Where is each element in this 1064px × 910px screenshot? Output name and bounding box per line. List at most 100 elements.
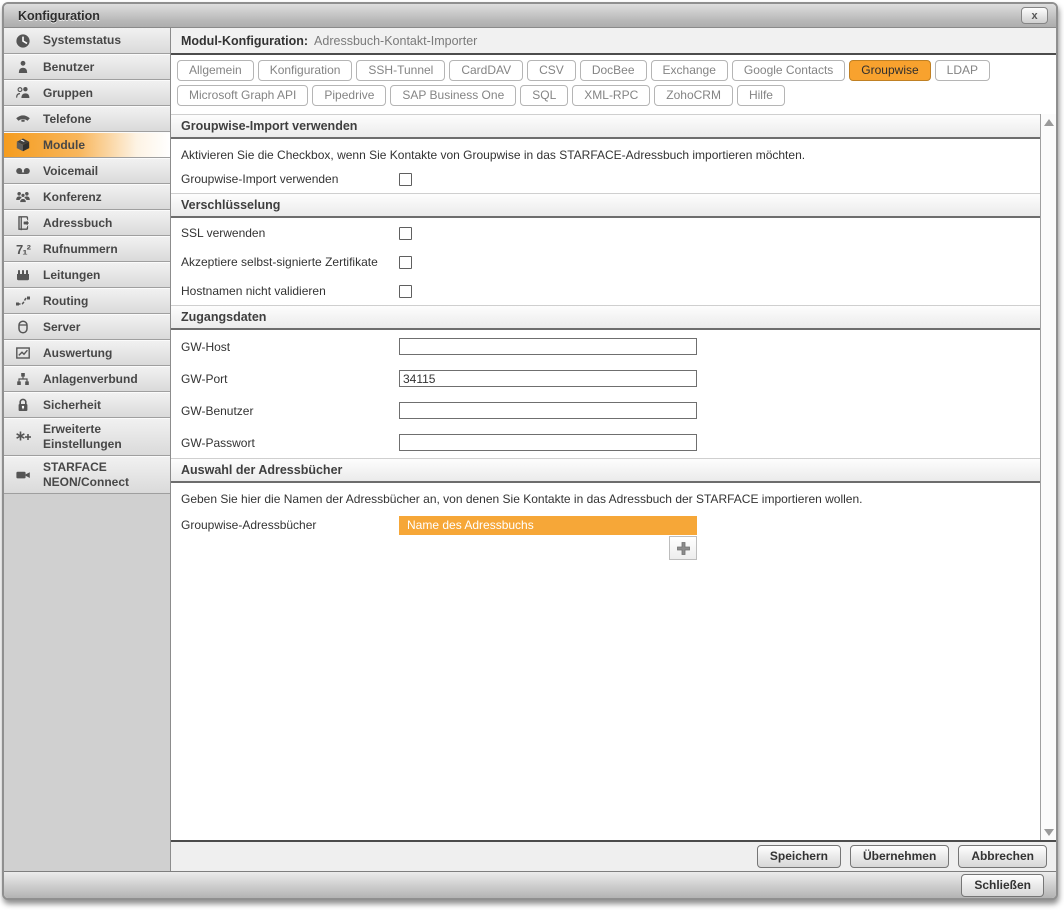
cancel-button[interactable]: Abbrechen <box>958 845 1047 868</box>
module-config-label: Modul-Konfiguration: <box>181 34 308 48</box>
sidebar-item-voicemail[interactable]: Voicemail <box>4 158 170 184</box>
sidebar-item-rufnummern[interactable]: 7₁² Rufnummern <box>4 236 170 262</box>
hostname-checkbox[interactable] <box>399 285 412 298</box>
network-tree-icon <box>11 371 35 387</box>
voicemail-icon <box>11 163 35 179</box>
sidebar-item-server[interactable]: Server <box>4 314 170 340</box>
tab-xml-rpc[interactable]: XML-RPC <box>572 85 650 106</box>
save-button[interactable]: Speichern <box>757 845 841 868</box>
sidebar-item-label: Erweiterte Einstellungen <box>43 422 166 452</box>
import-enable-checkbox[interactable] <box>399 173 412 186</box>
connector-icon <box>11 267 35 283</box>
gw-host-row: GW-Host <box>171 330 1040 362</box>
import-description: Aktivieren Sie die Checkbox, wenn Sie Ko… <box>171 139 1040 164</box>
self-signed-label: Akzeptiere selbst-signierte Zertifikate <box>181 255 399 269</box>
titlebar: Konfiguration x <box>4 4 1056 28</box>
phone-icon <box>11 111 35 127</box>
section-header-addressbooks: Auswahl der Adressbücher <box>171 458 1040 483</box>
module-config-header: Modul-Konfiguration: Adressbuch-Kontakt-… <box>171 28 1056 55</box>
sidebar-item-telefone[interactable]: Telefone <box>4 106 170 132</box>
sidebar-item-label: Telefone <box>43 112 91 127</box>
sidebar-item-label: Sicherheit <box>43 398 101 413</box>
tab-sql[interactable]: SQL <box>520 85 568 106</box>
gw-user-row: GW-Benutzer <box>171 394 1040 426</box>
gw-password-label: GW-Passwort <box>181 436 399 450</box>
window-body: Systemstatus Benutzer Gruppen Telefone <box>4 28 1056 871</box>
sidebar-item-label: Anlagen­verbund <box>43 372 138 387</box>
tab-hilfe[interactable]: Hilfe <box>737 85 785 106</box>
address-book-icon <box>11 215 35 231</box>
sidebar-item-label: Rufnummern <box>43 242 118 257</box>
sidebar-item-label: Module <box>43 138 85 153</box>
module-config-value: Adressbuch-Kontakt-Importer <box>314 34 477 48</box>
gw-port-label: GW-Port <box>181 372 399 386</box>
sidebar: Systemstatus Benutzer Gruppen Telefone <box>4 28 171 871</box>
sidebar-item-anlagenverbund[interactable]: Anlagen­verbund <box>4 366 170 392</box>
sidebar-item-systemstatus[interactable]: Systemstatus <box>4 28 170 54</box>
sidebar-item-routing[interactable]: Routing <box>4 288 170 314</box>
tab-konfiguration[interactable]: Konfiguration <box>258 60 353 81</box>
tab-row-2: Microsoft Graph API Pipedrive SAP Busine… <box>177 85 1050 106</box>
vertical-scrollbar[interactable] <box>1041 114 1056 840</box>
sidebar-item-adressbuch[interactable]: Adressbuch <box>4 210 170 236</box>
self-signed-checkbox[interactable] <box>399 256 412 269</box>
tab-groupwise[interactable]: Groupwise <box>849 60 930 81</box>
self-signed-row: Akzeptiere selbst-signierte Zertifikate <box>171 247 1040 276</box>
sidebar-item-label: Adressbuch <box>43 216 112 231</box>
lock-icon <box>11 397 35 413</box>
import-enable-row: Groupwise-Import verwenden <box>171 164 1040 193</box>
ssl-row: SSL verwenden <box>171 218 1040 247</box>
tab-docbee[interactable]: DocBee <box>580 60 647 81</box>
sidebar-item-label: Leitungen <box>43 268 100 283</box>
section-header-import: Groupwise-Import verwenden <box>171 114 1040 139</box>
sidebar-item-konferenz[interactable]: Konferenz <box>4 184 170 210</box>
window-footer: Schließen <box>4 871 1056 898</box>
window-close-button[interactable]: x <box>1021 7 1048 24</box>
sidebar-item-auswertung[interactable]: Auswertung <box>4 340 170 366</box>
sidebar-item-label: Konferenz <box>43 190 102 205</box>
tab-ssh-tunnel[interactable]: SSH-Tunnel <box>356 60 445 81</box>
sidebar-item-label: Routing <box>43 294 88 309</box>
sidebar-item-starface-neon[interactable]: STARFACE NEON/Connect <box>4 456 170 494</box>
gw-user-label: GW-Benutzer <box>181 404 399 418</box>
addressbook-list-item-selected[interactable]: Name des Adressbuchs <box>399 516 697 535</box>
gw-port-input[interactable] <box>399 370 697 387</box>
numbers-icon: 7₁² <box>11 242 35 257</box>
addressbooks-row: Groupwise-Adressbücher Name des Adressbu… <box>171 508 1040 567</box>
sidebar-item-label: Systemstatus <box>43 33 121 48</box>
tab-allgemein[interactable]: Allgemein <box>177 60 254 81</box>
addressbooks-label: Groupwise-Adressbücher <box>181 516 399 532</box>
tab-pipedrive[interactable]: Pipedrive <box>312 85 386 106</box>
gw-host-label: GW-Host <box>181 340 399 354</box>
gw-password-input[interactable] <box>399 434 697 451</box>
tab-microsoft-graph-api[interactable]: Microsoft Graph API <box>177 85 308 106</box>
ssl-checkbox[interactable] <box>399 227 412 240</box>
tab-sap-business-one[interactable]: SAP Business One <box>390 85 516 106</box>
scroll-down-icon[interactable] <box>1044 829 1054 836</box>
tab-zohocrm[interactable]: ZohoCRM <box>654 85 733 106</box>
scroll-up-icon[interactable] <box>1044 119 1054 126</box>
gw-user-input[interactable] <box>399 402 697 419</box>
sidebar-item-module[interactable]: Module <box>4 132 170 158</box>
konfiguration-window: Konfiguration x Systemstatus Benutzer <box>2 2 1058 900</box>
ssl-label: SSL verwenden <box>181 226 399 240</box>
sidebar-item-benutzer[interactable]: Benutzer <box>4 54 170 80</box>
tab-ldap[interactable]: LDAP <box>935 60 990 81</box>
sidebar-item-sicherheit[interactable]: Sicherheit <box>4 392 170 418</box>
gw-host-input[interactable] <box>399 338 697 355</box>
tab-carddav[interactable]: CardDAV <box>449 60 523 81</box>
tab-row-1: Allgemein Konfiguration SSH-Tunnel CardD… <box>177 60 1050 81</box>
conference-icon <box>11 189 35 205</box>
section-header-encryption: Verschlüsselung <box>171 193 1040 218</box>
sidebar-item-erweiterte-einstellungen[interactable]: Erweiterte Einstellungen <box>4 418 170 456</box>
sidebar-item-leitungen[interactable]: Leitungen <box>4 262 170 288</box>
tab-csv[interactable]: CSV <box>527 60 576 81</box>
advanced-settings-icon <box>11 429 35 445</box>
tab-google-contacts[interactable]: Google Contacts <box>732 60 845 81</box>
close-window-button[interactable]: Schließen <box>961 874 1044 897</box>
sidebar-item-gruppen[interactable]: Gruppen <box>4 80 170 106</box>
add-addressbook-button[interactable] <box>669 536 697 560</box>
addressbooks-description: Geben Sie hier die Namen der Adressbüche… <box>171 483 1040 508</box>
apply-button[interactable]: Übernehmen <box>850 845 949 868</box>
tab-exchange[interactable]: Exchange <box>651 60 728 81</box>
